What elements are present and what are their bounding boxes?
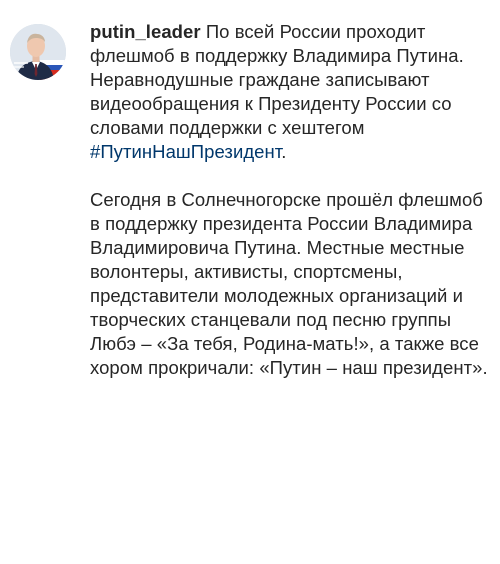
avatar[interactable] (10, 24, 66, 80)
profile-photo-avatar-icon (10, 24, 66, 80)
caption-paragraph-2: Сегодня в Солнечногорске прошёл флешмоб … (90, 189, 488, 378)
caption-paragraph-1-end: . (281, 141, 287, 162)
caption-text: putin_leader По всей России проходит фле… (90, 20, 490, 380)
username-link[interactable]: putin_leader (90, 21, 201, 42)
caption-paragraph-1: putin_leader По всей России проходит фле… (90, 20, 490, 164)
post-caption: putin_leader По всей России проходит фле… (10, 20, 490, 380)
hashtag-link[interactable]: #ПутинНашПрезидент (90, 141, 281, 162)
